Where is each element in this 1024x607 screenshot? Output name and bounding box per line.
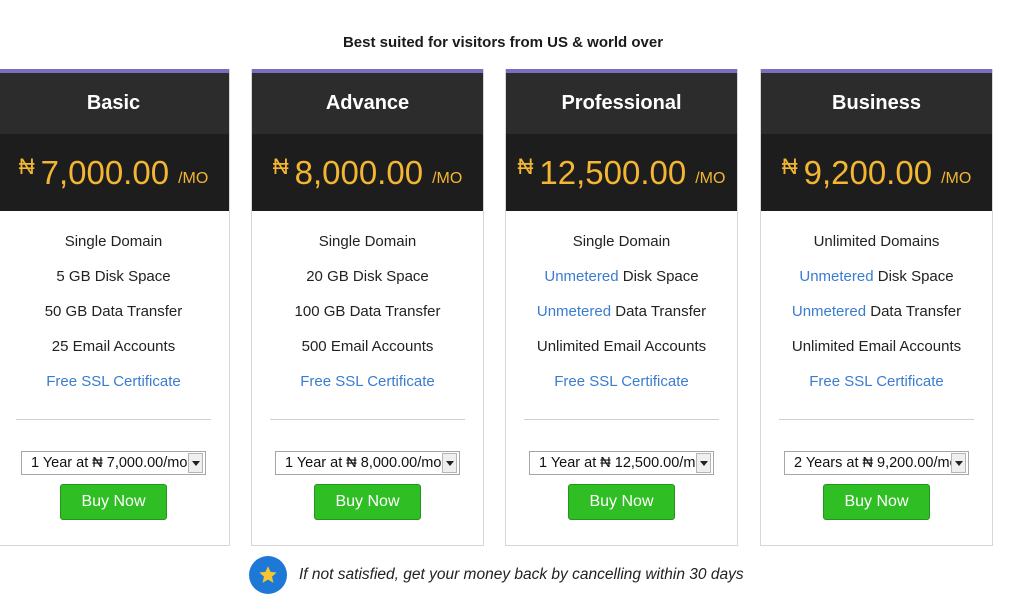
feature-item: 100 GB Data Transfer xyxy=(252,303,483,338)
feature-text: Unlimited Email Accounts xyxy=(791,338,962,355)
price-amount: 12,500.00 xyxy=(539,153,687,191)
plan-price: ₦ 8,000.00 /MO xyxy=(252,134,483,211)
feature-item: Free SSL Certificate xyxy=(761,373,992,408)
plan-name: Advance xyxy=(252,73,483,134)
star-icon xyxy=(249,556,287,594)
price-period: /MO xyxy=(695,169,726,187)
price-currency: ₦ xyxy=(517,153,534,179)
feature-link[interactable]: Free SSL Certificate xyxy=(554,373,689,390)
billing-term-select[interactable]: 1 Year at ₦ 12,500.00/mo xyxy=(529,451,714,475)
feature-text: Unlimited Email Accounts xyxy=(536,338,707,355)
plan-name: Basic xyxy=(0,73,229,134)
plan-card-advance: Advance ₦ 8,000.00 /MO Single Domain 20 G… xyxy=(251,69,484,546)
feature-text: Disk Space xyxy=(618,268,699,285)
plan-name: Professional xyxy=(506,73,737,134)
divider xyxy=(524,419,719,420)
feature-text: 500 Email Accounts xyxy=(301,338,434,355)
feature-link[interactable]: Unmetered xyxy=(537,303,611,320)
billing-term-select[interactable]: 2 Years at ₦ 9,200.00/mo xyxy=(784,451,969,475)
feature-item: Free SSL Certificate xyxy=(0,373,229,408)
feature-text: Single Domain xyxy=(572,233,671,250)
chevron-down-icon[interactable] xyxy=(696,453,711,473)
plan-price: ₦ 12,500.00 /MO xyxy=(506,134,737,211)
buy-now-button[interactable]: Buy Now xyxy=(60,484,167,520)
feature-item: Unlimited Email Accounts xyxy=(506,338,737,373)
divider xyxy=(16,419,211,420)
billing-term-value: 1 Year at ₦ 7,000.00/mo xyxy=(31,455,188,471)
plan-price: ₦ 9,200.00 /MO xyxy=(761,134,992,211)
feature-list: Single Domain 5 GB Disk Space 50 GB Data T… xyxy=(0,233,229,408)
plan-card-business: Business ₦ 9,200.00 /MO Unlimited Domain… xyxy=(760,69,993,546)
chevron-down-icon[interactable] xyxy=(188,453,203,473)
feature-text: 100 GB Data Transfer xyxy=(294,303,441,320)
feature-item: 5 GB Disk Space xyxy=(0,268,229,303)
feature-item: Single Domain xyxy=(506,233,737,268)
feature-item: 25 Email Accounts xyxy=(0,338,229,373)
price-currency: ₦ xyxy=(18,153,35,179)
price-amount: 9,200.00 xyxy=(803,153,933,191)
feature-text: 50 GB Data Transfer xyxy=(44,303,183,320)
feature-item: Unlimited Email Accounts xyxy=(761,338,992,373)
feature-item: Unmetered Data Transfer xyxy=(761,303,992,338)
price-amount: 7,000.00 xyxy=(40,153,170,191)
feature-link[interactable]: Free SSL Certificate xyxy=(300,373,435,390)
feature-link[interactable]: Unmetered xyxy=(799,268,873,285)
buy-now-button[interactable]: Buy Now xyxy=(823,484,930,520)
feature-item: 20 GB Disk Space xyxy=(252,268,483,303)
feature-item: Free SSL Certificate xyxy=(252,373,483,408)
feature-text: Single Domain xyxy=(318,233,417,250)
price-currency: ₦ xyxy=(781,153,798,179)
plan-card-professional: Professional ₦ 12,500.00 /MO Single Doma… xyxy=(505,69,738,546)
feature-item: Unmetered Disk Space xyxy=(761,268,992,303)
price-period: /MO xyxy=(432,169,463,187)
divider xyxy=(270,419,465,420)
feature-link[interactable]: Unmetered xyxy=(792,303,866,320)
feature-text: 25 Email Accounts xyxy=(51,338,176,355)
feature-list: Unlimited Domains Unmetered Disk Space Unm… xyxy=(761,233,992,408)
feature-text: Single Domain xyxy=(64,233,163,250)
feature-item: Single Domain xyxy=(0,233,229,268)
divider xyxy=(779,419,974,420)
feature-text: 20 GB Disk Space xyxy=(306,268,429,285)
feature-list: Single Domain Unmetered Disk Space Unmeter… xyxy=(506,233,737,408)
billing-term-value: 2 Years at ₦ 9,200.00/mo xyxy=(794,455,951,471)
feature-link[interactable]: Unmetered xyxy=(544,268,618,285)
price-amount: 8,000.00 xyxy=(294,153,424,191)
feature-item: 50 GB Data Transfer xyxy=(0,303,229,338)
plan-price: ₦ 7,000.00 /MO xyxy=(0,134,229,211)
feature-link[interactable]: Free SSL Certificate xyxy=(809,373,944,390)
price-period: /MO xyxy=(178,169,209,187)
buy-now-button[interactable]: Buy Now xyxy=(568,484,675,520)
buy-now-button[interactable]: Buy Now xyxy=(314,484,421,520)
feature-link[interactable]: Free SSL Certificate xyxy=(46,373,181,390)
price-period: /MO xyxy=(941,169,972,187)
chevron-down-icon[interactable] xyxy=(442,453,457,473)
feature-text: Disk Space xyxy=(873,268,954,285)
feature-text: Unlimited Domains xyxy=(813,233,940,250)
feature-item: Unmetered Disk Space xyxy=(506,268,737,303)
chevron-down-icon[interactable] xyxy=(951,453,966,473)
billing-term-select[interactable]: 1 Year at ₦ 8,000.00/mo xyxy=(275,451,460,475)
feature-item: Unlimited Domains xyxy=(761,233,992,268)
price-currency: ₦ xyxy=(272,153,289,179)
plan-name: Business xyxy=(761,73,992,134)
billing-term-select[interactable]: 1 Year at ₦ 7,000.00/mo xyxy=(21,451,206,475)
feature-item: Free SSL Certificate xyxy=(506,373,737,408)
plan-card-basic: Basic ₦ 7,000.00 /MO Single Domain 5 GB D… xyxy=(0,69,230,546)
guarantee-text: If not satisfied, get your money back by… xyxy=(299,566,744,583)
feature-item: Unmetered Data Transfer xyxy=(506,303,737,338)
feature-text: Data Transfer xyxy=(611,303,707,320)
feature-list: Single Domain 20 GB Disk Space 100 GB Data… xyxy=(252,233,483,408)
feature-text: Data Transfer xyxy=(866,303,962,320)
feature-item: 500 Email Accounts xyxy=(252,338,483,373)
feature-text: 5 GB Disk Space xyxy=(56,268,171,285)
money-back-guarantee: If not satisfied, get your money back by… xyxy=(249,556,744,594)
billing-term-value: 1 Year at ₦ 12,500.00/mo xyxy=(539,455,696,471)
billing-term-value: 1 Year at ₦ 8,000.00/mo xyxy=(285,455,442,471)
feature-item: Single Domain xyxy=(252,233,483,268)
page-headline: Best suited for visitors from US & world… xyxy=(342,34,664,51)
